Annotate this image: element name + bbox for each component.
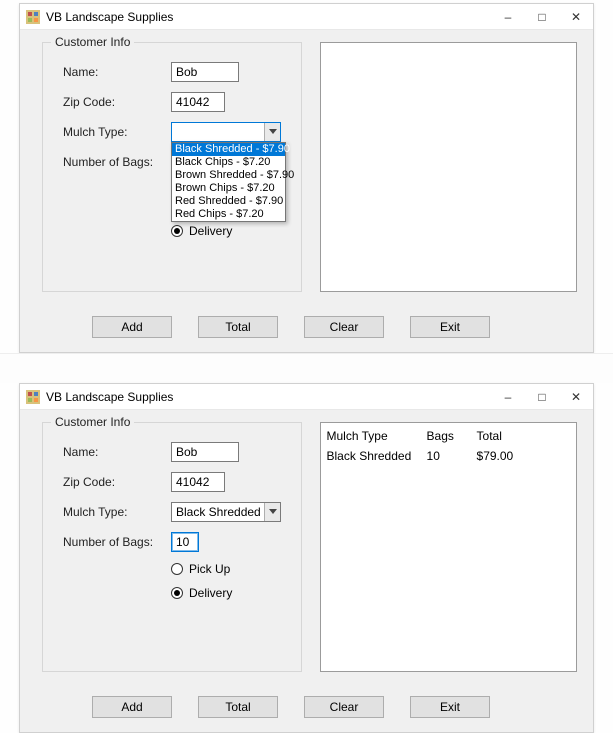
zip-input[interactable] <box>171 472 225 492</box>
results-cell-bags: 10 <box>427 449 477 463</box>
chevron-down-icon[interactable] <box>264 503 280 521</box>
window-controls: – □ ✕ <box>491 384 593 410</box>
maximize-button[interactable]: □ <box>525 4 559 30</box>
close-button[interactable]: ✕ <box>559 4 593 30</box>
customer-info-groupbox: Customer Info Name: Zip Code: Mulch Type… <box>42 422 302 672</box>
minimize-button[interactable]: – <box>491 384 525 410</box>
name-input[interactable] <box>171 62 239 82</box>
titlebar[interactable]: VB Landscape Supplies – □ ✕ <box>20 384 593 410</box>
close-button[interactable]: ✕ <box>559 384 593 410</box>
results-header-row: Mulch Type Bags Total <box>327 429 570 443</box>
add-button[interactable]: Add <box>92 696 172 718</box>
groupbox-title: Customer Info <box>51 35 134 49</box>
mulch-type-combobox[interactable]: Black Shredded - $7.90 <box>171 502 281 522</box>
results-panel <box>320 42 577 292</box>
results-panel: Mulch Type Bags Total Black Shredded 10 … <box>320 422 577 672</box>
bags-input[interactable] <box>171 532 199 552</box>
total-button[interactable]: Total <box>198 696 278 718</box>
delivery-radio[interactable]: Delivery <box>171 223 287 239</box>
window-controls: – □ ✕ <box>491 4 593 30</box>
chevron-down-icon[interactable] <box>264 123 280 141</box>
mulch-type-dropdown[interactable]: Black Shredded - $7.90 Black Chips - $7.… <box>171 142 286 222</box>
zip-label: Zip Code: <box>63 95 171 109</box>
exit-button[interactable]: Exit <box>410 316 490 338</box>
zip-label: Zip Code: <box>63 475 171 489</box>
dropdown-option[interactable]: Brown Shredded - $7.90 <box>172 169 285 182</box>
minimize-button[interactable]: – <box>491 4 525 30</box>
mulch-type-label: Mulch Type: <box>63 505 171 519</box>
pickup-radio[interactable]: Pick Up <box>171 561 287 577</box>
zip-input[interactable] <box>171 92 225 112</box>
dropdown-option[interactable]: Black Shredded - $7.90 <box>172 143 285 156</box>
window-2: VB Landscape Supplies – □ ✕ Customer Inf… <box>19 383 594 733</box>
bags-label: Number of Bags: <box>63 155 171 169</box>
bags-label: Number of Bags: <box>63 535 171 549</box>
app-icon <box>26 10 40 24</box>
results-header-mulch: Mulch Type <box>327 429 427 443</box>
groupbox-title: Customer Info <box>51 415 134 429</box>
results-row: Black Shredded 10 $79.00 <box>327 449 570 463</box>
delivery-radio-label: Delivery <box>189 586 232 600</box>
delivery-radio-label: Delivery <box>189 224 232 238</box>
add-button[interactable]: Add <box>92 316 172 338</box>
pickup-radio-label: Pick Up <box>189 562 230 576</box>
radio-icon <box>171 587 183 599</box>
exit-button[interactable]: Exit <box>410 696 490 718</box>
results-cell-total: $79.00 <box>477 449 557 463</box>
dropdown-option[interactable]: Brown Chips - $7.20 <box>172 182 285 195</box>
dropdown-option[interactable]: Black Chips - $7.20 <box>172 156 285 169</box>
maximize-button[interactable]: □ <box>525 384 559 410</box>
clear-button[interactable]: Clear <box>304 316 384 338</box>
name-label: Name: <box>63 445 171 459</box>
customer-info-groupbox: Customer Info Name: Zip Code: Mulch Type… <box>42 42 302 292</box>
total-button[interactable]: Total <box>198 316 278 338</box>
window-title: VB Landscape Supplies <box>46 390 173 404</box>
window-1: VB Landscape Supplies – □ ✕ Customer Inf… <box>19 3 594 353</box>
mulch-type-combobox[interactable]: Black Shredded - $7.90 Black Chips - $7.… <box>171 122 281 142</box>
window-title: VB Landscape Supplies <box>46 10 173 24</box>
mulch-type-label: Mulch Type: <box>63 125 171 139</box>
results-cell-mulch: Black Shredded <box>327 449 427 463</box>
titlebar[interactable]: VB Landscape Supplies – □ ✕ <box>20 4 593 30</box>
clear-button[interactable]: Clear <box>304 696 384 718</box>
results-header-total: Total <box>477 429 557 443</box>
dropdown-option[interactable]: Red Shredded - $7.90 <box>172 195 285 208</box>
app-icon <box>26 390 40 404</box>
radio-icon <box>171 225 183 237</box>
name-label: Name: <box>63 65 171 79</box>
name-input[interactable] <box>171 442 239 462</box>
results-header-bags: Bags <box>427 429 477 443</box>
radio-icon <box>171 563 183 575</box>
dropdown-option[interactable]: Red Chips - $7.20 <box>172 208 285 221</box>
mulch-type-selected-text: Black Shredded - $7.90 <box>172 505 264 519</box>
delivery-radio[interactable]: Delivery <box>171 585 287 601</box>
